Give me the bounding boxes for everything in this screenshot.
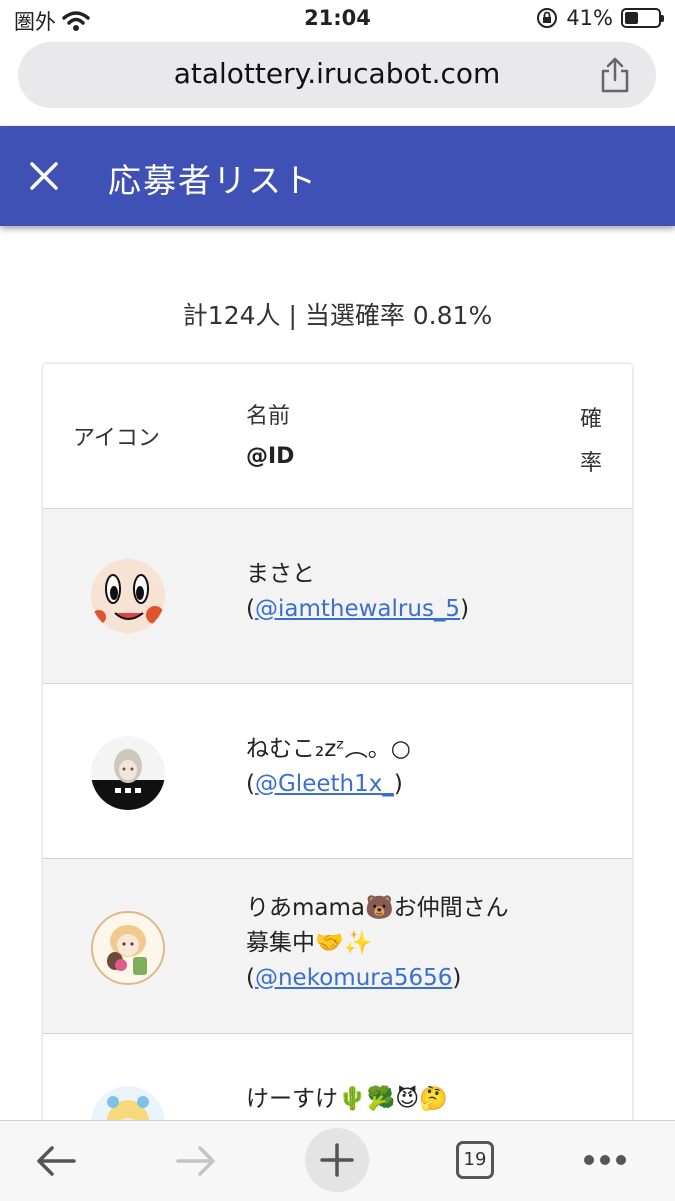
entrant-handle-line: (@nekomura5656) (246, 965, 462, 991)
entrant-handle-line: (@iamthewalrus_5) (246, 596, 470, 622)
battery-fill (625, 12, 638, 24)
share-icon[interactable] (598, 56, 632, 94)
status-right: 41% (536, 6, 664, 30)
entry-summary: 計124人 | 当選確率 0.81% (182, 301, 493, 330)
battery-icon (621, 8, 664, 28)
table-header: アイコン 名前 @ID 確率 (43, 364, 632, 509)
page-title: 応募者リスト (108, 161, 318, 200)
avatar (91, 911, 165, 985)
table-row: まさと (@iamthewalrus_5) (43, 509, 632, 684)
avatar (91, 559, 165, 633)
entrant-name: まさと (246, 561, 315, 587)
entrant-handle-link[interactable]: @Gleeth1x_ (255, 771, 394, 797)
header-probability: 確率 (580, 407, 603, 476)
back-arrow-icon[interactable] (34, 1143, 78, 1179)
entrant-table: アイコン 名前 @ID 確率 まさと (@iamthewalrus_5) ねむこ… (43, 364, 632, 1164)
header-id: @ID (246, 444, 295, 469)
entrant-handle-link[interactable]: @nekomura5656 (255, 965, 452, 991)
entrant-name: りあmama🐻お仲間さん募集中🤝✨ (246, 895, 509, 956)
url-text[interactable]: atalottery.irucabot.com (18, 57, 656, 90)
orientation-lock-icon (537, 8, 558, 28)
entrant-handle-line: (@Gleeth1x_) (246, 771, 403, 797)
header-icon: アイコン (73, 426, 160, 451)
avatar (91, 736, 165, 810)
browser-toolbar: 19 (0, 1120, 675, 1201)
app-header: 応募者リスト (0, 126, 675, 226)
forward-arrow-icon[interactable] (174, 1143, 218, 1179)
status-bar: 圏外 21:04 41% (0, 0, 675, 40)
header-name: 名前 (246, 404, 291, 429)
tab-count-button[interactable]: 19 (456, 1141, 494, 1179)
new-tab-plus-icon[interactable] (304, 1127, 370, 1193)
table-row: ねむこ₂zᶻ︵。○ (@Gleeth1x_) (43, 684, 632, 859)
battery-percent: 41% (566, 6, 613, 30)
address-bar[interactable]: atalottery.irucabot.com (18, 42, 656, 108)
entrant-handle-link[interactable]: @iamthewalrus_5 (255, 596, 460, 622)
entrant-name: ねむこ₂zᶻ︵。○ (246, 736, 411, 762)
close-icon[interactable] (28, 160, 60, 192)
table-row: りあmama🐻お仲間さん募集中🤝✨ (@nekomura5656) (43, 859, 632, 1034)
entrant-name: けーすけ🌵🥦😈🤔 (246, 1086, 448, 1112)
more-dots-icon[interactable] (582, 1153, 628, 1167)
